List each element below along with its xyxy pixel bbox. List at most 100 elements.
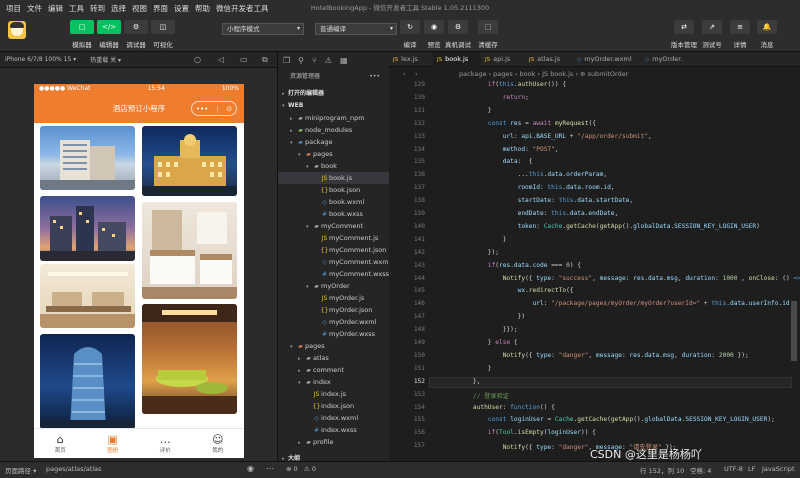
toolbar-button-mid-2[interactable]: ⚙	[448, 20, 468, 34]
gallery-image-twin-room[interactable]	[142, 202, 237, 299]
folder-item[interactable]: ▾ ▰ myComment	[278, 220, 390, 232]
menu-item[interactable]: 转到	[90, 3, 105, 14]
file-item[interactable]: JS book.js	[278, 172, 390, 184]
phone-tab-2[interactable]: … 评价	[139, 429, 192, 458]
cursor-position[interactable]: 行 152，列 10	[640, 465, 684, 475]
file-item[interactable]: {}book.json	[278, 184, 390, 196]
toolbar-button-mid-3[interactable]: ⬚	[478, 20, 498, 34]
back-icon[interactable]: ‹	[403, 67, 406, 81]
gallery-image-dining-room[interactable]	[40, 264, 135, 328]
gallery-image-palace-night[interactable]	[142, 126, 237, 196]
volume-icon[interactable]: ◁	[218, 55, 224, 64]
folder-item[interactable]: ▾ ▰ myOrder	[278, 280, 390, 292]
folder-item[interactable]: ▸ ▰ node_modules	[278, 124, 390, 136]
editor-tab[interactable]: JS api.js	[481, 52, 525, 67]
open-editors-section[interactable]: ▸ 打开的编辑器	[278, 88, 390, 100]
gallery-image-skyline-dusk[interactable]	[40, 196, 135, 261]
compile-select[interactable]: 普通编译 ▾	[315, 23, 397, 35]
file-item[interactable]: JS myOrder.js	[278, 292, 390, 304]
editor-tab[interactable]: ◇ myOrder.wxml	[573, 52, 641, 67]
record-icon[interactable]: ○	[194, 55, 201, 64]
file-item[interactable]: {}myOrder.json	[278, 304, 390, 316]
folder-item[interactable]: ▾ ▰ book	[278, 160, 390, 172]
more-icon[interactable]: •••	[369, 70, 380, 84]
popout-icon[interactable]: ⧉	[262, 55, 268, 65]
file-item[interactable]: {}index.json	[278, 400, 390, 412]
menu-item[interactable]: 工具	[69, 3, 84, 14]
folder-item[interactable]: ▸ ▰ profile	[278, 436, 390, 448]
toolbar-button-right-3[interactable]: 🔔	[757, 20, 777, 34]
phone-tab-0[interactable]: ⌂ 首页	[34, 429, 87, 458]
toolbar-button-right-2[interactable]: ≡	[730, 20, 750, 34]
eye-icon[interactable]: ◉	[247, 464, 254, 473]
language-mode[interactable]: JavaScript	[762, 465, 795, 473]
more-icon[interactable]: •••	[196, 105, 208, 113]
editor-tab[interactable]: ◇ myOrder.	[641, 52, 701, 67]
editor-tab[interactable]: JS lex.js	[389, 52, 433, 67]
folder-item[interactable]: ▾ ▰ package	[278, 136, 390, 148]
forward-icon[interactable]: ›	[415, 67, 418, 81]
folder-item[interactable]: ▸ ▰ miniprogram_npm	[278, 112, 390, 124]
close-icon[interactable]: ⊙	[226, 105, 232, 113]
encoding-setting[interactable]: UTF-8	[724, 465, 743, 473]
gallery-image-hotel-tower[interactable]	[40, 126, 135, 190]
hot-reload-select[interactable]: 热重载 关 ▾	[90, 55, 121, 64]
code-editor[interactable]: 129 if(this.authUser()) {130 return; 131 …	[389, 81, 800, 461]
menu-item[interactable]: 编辑	[48, 3, 63, 14]
file-item[interactable]: JS myComment.js	[278, 232, 390, 244]
warning-count[interactable]: ⚠ 0	[304, 465, 316, 473]
web-section[interactable]: ▾ WEB	[278, 100, 390, 112]
folder-item[interactable]: ▸ ▰ comment	[278, 364, 390, 376]
toolbar-button-mid-0[interactable]: ↻	[400, 20, 420, 34]
menu-item[interactable]: 帮助	[195, 3, 210, 14]
file-item[interactable]: {}myComment.json	[278, 244, 390, 256]
gallery-image-lounge[interactable]	[142, 304, 237, 414]
menu-item[interactable]: 界面	[153, 3, 168, 14]
toolbar-button-3[interactable]: ◫	[151, 20, 175, 34]
gallery-image-curved-tower[interactable]	[40, 334, 135, 429]
toolbar-button-1[interactable]: </>	[97, 20, 121, 34]
screen-icon[interactable]: ▭	[240, 55, 248, 64]
explorer-tool-icon[interactable]: ❐	[283, 56, 290, 65]
folder-item[interactable]: ▸ ▰ atlas	[278, 352, 390, 364]
toolbar-button-2[interactable]: ⚙	[124, 20, 148, 34]
scrollbar[interactable]	[791, 301, 797, 361]
eol-setting[interactable]: LF	[748, 465, 755, 473]
device-select[interactable]: iPhone 6/7/8 100% 15 ▾	[5, 56, 76, 63]
folder-item[interactable]: ▾ ▰ index	[278, 376, 390, 388]
explorer-tool-icon[interactable]: ⚲	[298, 56, 304, 65]
editor-tab[interactable]: JS book.js	[433, 52, 481, 67]
menu-item[interactable]: 文件	[27, 3, 42, 14]
file-item[interactable]: # myOrder.wxss	[278, 328, 390, 340]
menu-item[interactable]: 项目	[6, 3, 21, 14]
editor-tab[interactable]: JS atlas.js	[525, 52, 573, 67]
menu-item[interactable]: 微信开发者工具	[216, 3, 269, 14]
explorer-tool-icon[interactable]: ▦	[340, 56, 348, 65]
error-count[interactable]: ⊗ 0	[286, 465, 298, 473]
menu-item[interactable]: 选择	[111, 3, 126, 14]
more-icon[interactable]: ⋯	[266, 464, 274, 473]
avatar[interactable]	[8, 21, 26, 39]
page-path-label[interactable]: 页面路径 ▾	[5, 465, 36, 475]
file-item[interactable]: ◇ index.wxml	[278, 412, 390, 424]
folder-item[interactable]: ▾ ▰ pages	[278, 340, 390, 352]
file-item[interactable]: # book.wxss	[278, 208, 390, 220]
menu-item[interactable]: 设置	[174, 3, 189, 14]
toolbar-button-0[interactable]: □	[70, 20, 94, 34]
menu-item[interactable]: 视图	[132, 3, 147, 14]
toolbar-button-right-0[interactable]: ⇄	[674, 20, 694, 34]
file-item[interactable]: ◇ myOrder.wxml	[278, 316, 390, 328]
file-item[interactable]: # myComment.wxss	[278, 268, 390, 280]
indent-setting[interactable]: 空格: 4	[690, 465, 711, 475]
toolbar-button-mid-1[interactable]: ◉	[424, 20, 444, 34]
toolbar-button-right-1[interactable]: ⇗	[702, 20, 722, 34]
explorer-tool-icon[interactable]: ⚠	[325, 56, 332, 65]
phone-tab-1[interactable]: ▣ 图册	[87, 429, 140, 458]
folder-item[interactable]: ▾ ▰ pages	[278, 148, 390, 160]
file-item[interactable]: # index.wxss	[278, 424, 390, 436]
mode-select[interactable]: 小程序模式 ▾	[222, 23, 304, 35]
file-item[interactable]: JS index.js	[278, 388, 390, 400]
file-item[interactable]: ◇ book.wxml	[278, 196, 390, 208]
file-item[interactable]: ◇ myComment.wxml	[278, 256, 390, 268]
explorer-tool-icon[interactable]: ⑂	[312, 56, 317, 65]
